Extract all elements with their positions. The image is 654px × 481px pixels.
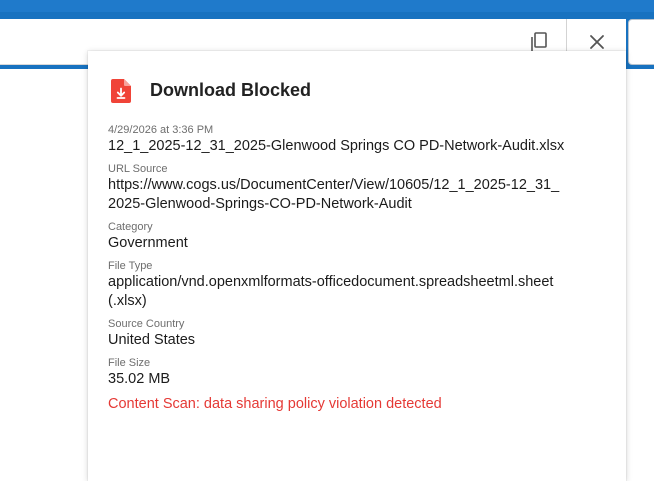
file-type-line-1: application/vnd.openxmlformats-officedoc… [108,274,554,290]
url-source-line-2: 2025-Glenwood-Springs-CO-PD-Network-Audi… [108,196,412,212]
category-row: Category Government [108,220,618,253]
filename: 12_1_2025-12_31_2025-Glenwood Springs CO… [108,138,565,154]
partial-panel-edge [628,19,654,65]
file-size-label: File Size [108,357,151,369]
category-value: Government [108,235,188,251]
source-country-label: Source Country [108,318,185,330]
download-blocked-panel: Download Blocked 4/29/2026 at 3:36 PM 12… [88,51,626,481]
file-type-line-2: (.xlsx) [108,293,147,309]
source-country-row: Source Country United States [108,317,618,350]
source-country-value: United States [108,332,196,348]
timestamp-filename-row: 4/29/2026 at 3:36 PM 12_1_2025-12_31_202… [108,123,618,156]
app-header-highlight [0,0,654,12]
timestamp: 4/29/2026 at 3:36 PM [108,124,214,136]
content-scan-warning: Content Scan: data sharing policy violat… [108,396,442,412]
file-download-blocked-icon [111,79,131,103]
download-details: 4/29/2026 at 3:36 PM 12_1_2025-12_31_202… [108,123,618,414]
url-source-row: URL Source https://www.cogs.us/DocumentC… [108,162,618,214]
url-source-line-1: https://www.cogs.us/DocumentCenter/View/… [108,177,560,193]
file-size-row: File Size 35.02 MB [108,356,618,389]
file-size-value: 35.02 MB [108,371,171,387]
url-source-label: URL Source [108,163,168,175]
file-type-row: File Type application/vnd.openxmlformats… [108,259,618,311]
category-label: Category [108,221,153,233]
file-type-label: File Type [108,260,153,272]
panel-title: Download Blocked [150,80,312,100]
